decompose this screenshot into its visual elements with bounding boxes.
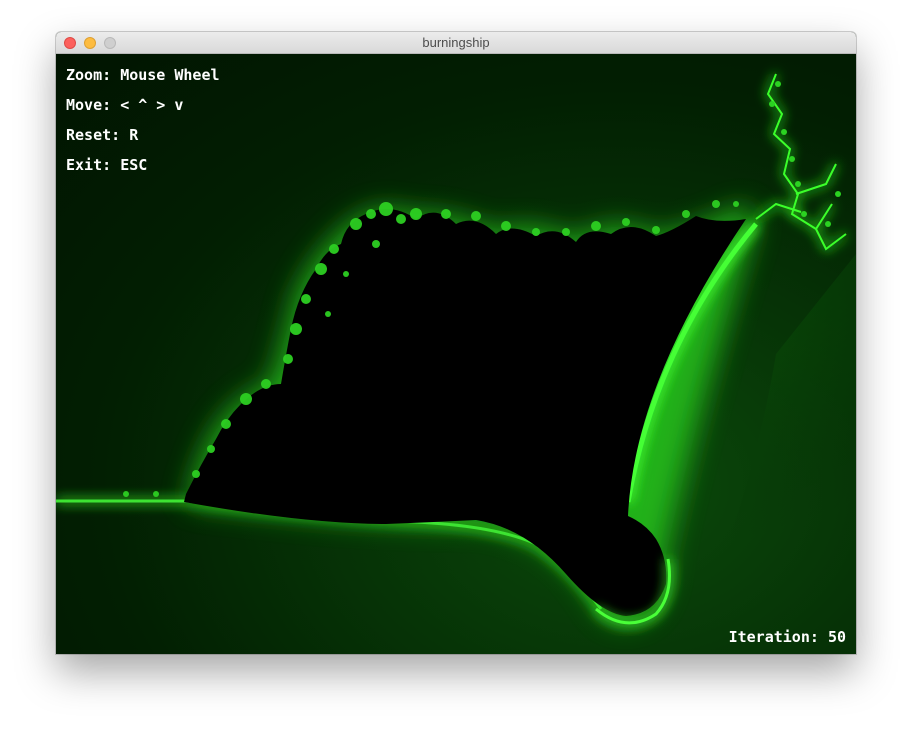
reset-hint: Reset: R (66, 126, 138, 144)
zoom-hint-key: Zoom: (66, 66, 112, 84)
reset-hint-value: R (129, 126, 139, 144)
zoom-hint-value: Mouse Wheel (120, 66, 220, 84)
exit-hint-key: Exit: (66, 156, 112, 174)
exit-hint: Exit: ESC (66, 156, 147, 174)
iteration-counter: Iteration: 50 (729, 628, 846, 646)
move-hint-value: < ^ > v (120, 96, 184, 114)
burning-ship-fractal (56, 73, 856, 654)
window-title: burningship (422, 35, 490, 50)
title-bar[interactable]: burningship (56, 32, 856, 54)
move-hint: Move: < ^ > v (66, 96, 183, 114)
iteration-value: 50 (827, 628, 846, 646)
exit-hint-value: ESC (120, 156, 148, 174)
fractal-canvas[interactable]: Zoom: Mouse Wheel Move: < ^ > v Reset: R… (56, 54, 856, 654)
app-window: burningship Zoom: Mouse Wheel Move: < ^ … (56, 32, 856, 654)
reset-hint-key: Reset: (66, 126, 121, 144)
iteration-label: Iteration: (728, 628, 819, 646)
move-hint-key: Move: (66, 96, 112, 114)
zoom-hint: Zoom: Mouse Wheel (66, 66, 220, 84)
